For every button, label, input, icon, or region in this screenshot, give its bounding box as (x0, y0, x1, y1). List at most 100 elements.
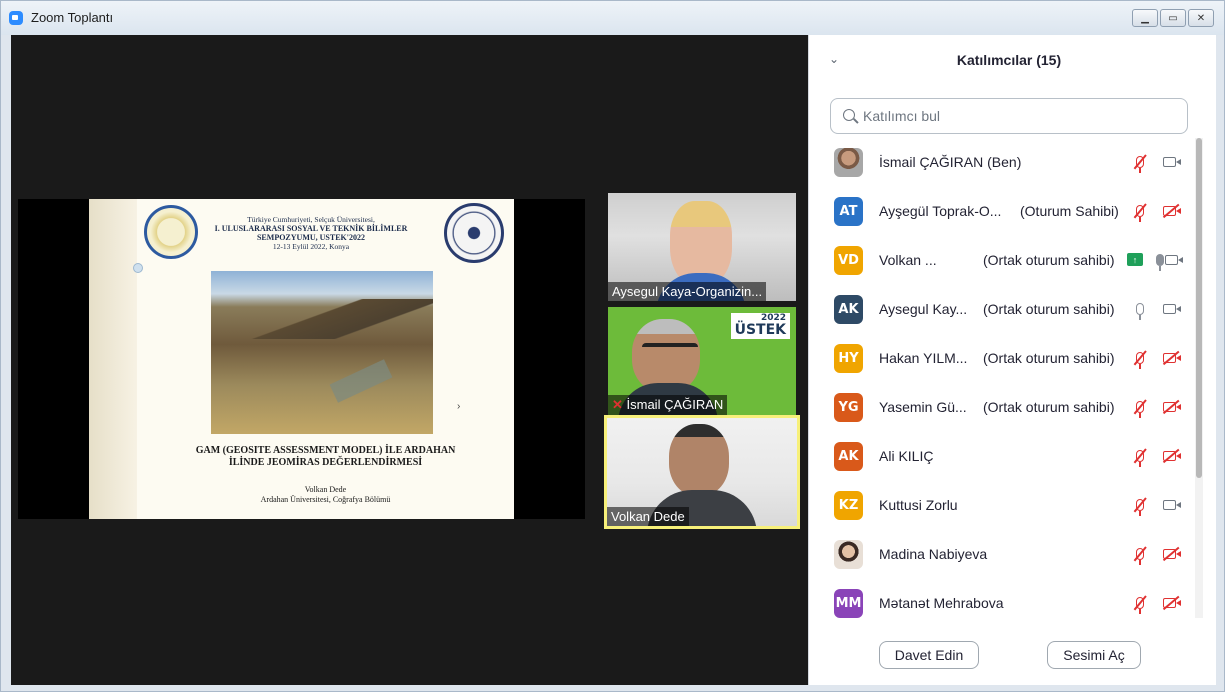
close-button[interactable]: ✕ (1188, 9, 1214, 27)
invite-button[interactable]: Davet Edin (879, 641, 979, 669)
screen-share[interactable]: Türkiye Cumhuriyeti, Selçuk Üniversitesi… (18, 199, 585, 519)
participant-face (669, 424, 729, 496)
participant-role: (Oturum Sahibi) (1020, 203, 1119, 219)
camera-icon (1159, 299, 1181, 319)
maximize-button[interactable]: ▭ (1160, 9, 1186, 27)
mic-muted-icon (1130, 397, 1150, 418)
participant-avatar: AK (834, 442, 863, 471)
slide-header-line3: SEMPOZYUMU, USTEK'2022 (256, 233, 365, 242)
tile-name-label: Aysegul Kaya-Organizin... (608, 282, 767, 301)
camera-off-icon (1159, 544, 1181, 564)
scrollbar-thumb[interactable] (1196, 138, 1202, 478)
title-bar: Zoom Toplantı ▁ ▭ ✕ (1, 1, 1224, 35)
slide-header-line1: Türkiye Cumhuriyeti, Selçuk Üniversitesi… (247, 215, 375, 224)
slide-decoration-dot (133, 263, 143, 273)
participant-row[interactable]: VD Volkan ... (Ortak oturum sahibi) ↑ (809, 236, 1203, 285)
mic-muted-icon (1130, 348, 1150, 369)
search-placeholder: Katılımcı bul (863, 108, 941, 124)
mouse-cursor-icon: › (457, 401, 461, 412)
participant-row[interactable]: Madina Nabiyeva (809, 530, 1203, 579)
search-icon (843, 109, 855, 121)
tile-name-label: ✕ İsmail ÇAĞIRAN (608, 395, 728, 415)
camera-off-icon (1159, 593, 1181, 613)
screen-share-icon: ↑ (1127, 253, 1143, 266)
video-tile-volkan-active-speaker[interactable]: Volkan Dede (604, 415, 800, 529)
slide-title-line1: GAM (GEOSITE ASSESSMENT MODEL) İLE ARDAH… (195, 445, 456, 456)
mic-muted-icon (1130, 201, 1150, 222)
participant-name: Aysegul Kay... (879, 301, 968, 317)
zoom-window: Zoom Toplantı ▁ ▭ ✕ Türkiye Cumhuriyeti,… (0, 0, 1225, 692)
participant-row[interactable]: KZ Kuttusi Zorlu (809, 481, 1203, 530)
participant-name: Yasemin Gü... (879, 399, 967, 415)
participant-row[interactable]: AK Ali KILIÇ (809, 432, 1203, 481)
participant-photo-avatar (834, 540, 863, 569)
participant-name: İsmail ÇAĞIRAN (Ben) (879, 154, 1022, 170)
slide-header-line4: 12-13 Eylül 2022, Konya (272, 242, 350, 251)
participant-list: İsmail ÇAĞIRAN (Ben) AT Ayşegül Toprak-O..… (809, 138, 1203, 618)
ustek-logo: 2022 ÜSTEK (730, 313, 790, 339)
unmute-button[interactable]: Sesimi Aç (1047, 641, 1141, 669)
participant-list-scrollbar[interactable] (1195, 138, 1203, 618)
participant-name: Mətanət Mehrabova (879, 595, 1004, 611)
camera-icon (1159, 495, 1181, 515)
participant-row[interactable]: HY Hakan YILM... (Ortak oturum sahibi) (809, 334, 1203, 383)
participant-name: Hakan YILM... (879, 350, 968, 366)
participant-role: (Ortak oturum sahibi) (983, 252, 1115, 268)
participant-row[interactable]: YG Yasemin Gü... (Ortak oturum sahibi) (809, 383, 1203, 432)
participant-name: Volkan ... (879, 252, 937, 268)
slide-affiliation: Ardahan Üniversitesi, Coğrafya Bölümü (260, 495, 391, 504)
tile-name-label: Volkan Dede (607, 507, 689, 526)
participant-avatar: HY (834, 344, 863, 373)
participant-avatar: VD (834, 246, 863, 275)
photo-ridge (211, 299, 433, 339)
slide-header: Türkiye Cumhuriyeti, Selçuk Üniversitesi… (201, 215, 421, 251)
camera-off-icon (1159, 348, 1181, 368)
slide-header-line2: I. ULUSLARARASI SOSYAL VE TEKNİK BİLİMLE… (214, 224, 408, 233)
participant-row[interactable]: AK Aysegul Kay... (Ortak oturum sahibi) (809, 285, 1203, 334)
participant-role: (Ortak oturum sahibi) (983, 399, 1115, 415)
mic-muted-icon (1130, 495, 1150, 516)
participants-panel-header: ⌄ Katılımcılar (15) (809, 35, 1217, 87)
ustek-logo-text: ÜSTEK (734, 322, 786, 338)
video-tile-aysegul[interactable]: Aysegul Kaya-Organizin... (608, 193, 796, 301)
mic-muted-icon (1130, 593, 1150, 614)
mic-icon (1130, 299, 1150, 320)
mic-muted-icon (1130, 544, 1150, 565)
slide-title-line2: İLİNDE JEOMİRAS DEĞERLENDİRMESİ (228, 457, 423, 468)
participant-row[interactable]: İsmail ÇAĞIRAN (Ben) (809, 138, 1203, 187)
camera-off-icon (1159, 201, 1181, 221)
participant-avatar: KZ (834, 491, 863, 520)
participant-glasses (642, 343, 698, 355)
video-area: Türkiye Cumhuriyeti, Selçuk Üniversitesi… (11, 35, 808, 685)
participant-face (632, 319, 700, 393)
participant-row[interactable]: MM Mətanət Mehrabova (809, 579, 1203, 618)
slide-author: Volkan Dede (304, 485, 347, 494)
participant-photo-avatar (834, 148, 863, 177)
participant-name: Ayşegül Toprak-O... (879, 203, 1002, 219)
participant-search-input[interactable]: Katılımcı bul (830, 98, 1188, 134)
presentation-slide: Türkiye Cumhuriyeti, Selçuk Üniversitesi… (89, 199, 514, 519)
photo-river (329, 359, 393, 403)
camera-icon (1159, 152, 1181, 172)
slide-author-block: Volkan Dede Ardahan Üniversitesi, Coğraf… (137, 485, 514, 505)
participant-name: Ali KILIÇ (879, 448, 934, 464)
mic-muted-icon (1130, 446, 1150, 467)
participant-avatar: AK (834, 295, 863, 324)
window-controls: ▁ ▭ ✕ (1132, 9, 1214, 27)
participant-name: Madina Nabiyeva (879, 546, 988, 562)
participant-role: (Ortak oturum sahibi) (983, 350, 1115, 366)
landscape-photo (211, 271, 433, 434)
minimize-button[interactable]: ▁ (1132, 9, 1158, 27)
video-tile-ismail[interactable]: 2022 ÜSTEK ✕ İsmail ÇAĞIRAN (608, 307, 796, 415)
slide-title: GAM (GEOSITE ASSESSMENT MODEL) İLE ARDAH… (137, 445, 514, 469)
selcuk-university-logo (144, 205, 198, 259)
participant-avatar: YG (834, 393, 863, 422)
participant-role: (Ortak oturum sahibi) (983, 301, 1115, 317)
ardahan-university-logo (444, 203, 504, 263)
participant-avatar: AT (834, 197, 863, 226)
participant-avatar: MM (834, 589, 863, 618)
zoom-app-icon (9, 11, 23, 25)
participants-panel: ⌄ Katılımcılar (15) Katılımcı bul İsmail… (808, 35, 1216, 685)
participant-row[interactable]: AT Ayşegül Toprak-O... (Oturum Sahibi) (809, 187, 1203, 236)
slide-side-strip (89, 199, 137, 519)
